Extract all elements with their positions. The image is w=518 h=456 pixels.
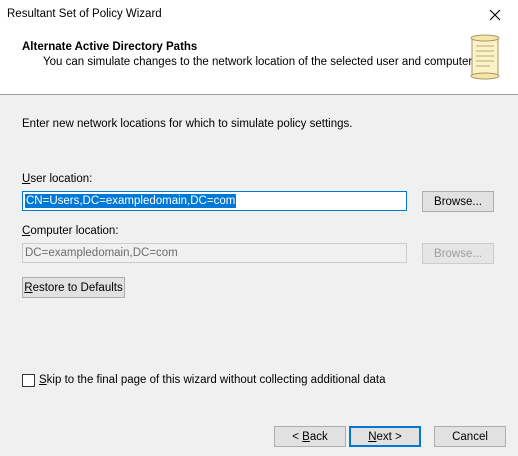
- user-location-label-text: ser location:: [30, 173, 93, 185]
- computer-browse-button[interactable]: Browse...: [422, 243, 494, 264]
- next-label: ext >: [376, 430, 402, 443]
- user-location-input[interactable]: CN=Users,DC=exampledomain,DC=com: [22, 191, 407, 211]
- next-button[interactable]: Next >: [349, 426, 421, 447]
- restore-hotkey: R: [24, 281, 33, 294]
- window-title: Resultant Set of Policy Wizard: [7, 8, 162, 20]
- skip-checkbox-label[interactable]: Skip to the final page of this wizard wi…: [39, 374, 386, 386]
- user-browse-button[interactable]: Browse...: [422, 191, 494, 212]
- restore-label: estore to Defaults: [32, 281, 123, 294]
- next-hotkey: N: [368, 430, 377, 443]
- back-hotkey: B: [302, 430, 310, 443]
- intro-text: Enter new network locations for which to…: [22, 118, 353, 130]
- cancel-button[interactable]: Cancel: [434, 426, 506, 447]
- user-location-label: User location:: [22, 173, 92, 185]
- skip-hotkey: S: [39, 374, 47, 386]
- restore-defaults-button[interactable]: Restore to Defaults: [22, 277, 125, 298]
- computer-location-label-text: omputer location:: [30, 225, 119, 237]
- user-location-value: CN=Users,DC=exampledomain,DC=com: [25, 194, 237, 208]
- close-button[interactable]: [472, 0, 518, 30]
- back-button[interactable]: < Back: [274, 426, 346, 447]
- computer-location-label: Computer location:: [22, 225, 119, 237]
- skip-label-text: kip to the final page of this wizard wit…: [46, 374, 386, 386]
- computer-location-value: DC=exampledomain,DC=com: [25, 247, 178, 259]
- title-bar: Resultant Set of Policy Wizard: [0, 0, 518, 30]
- back-label: ack: [309, 430, 328, 443]
- back-prefix: <: [292, 430, 303, 443]
- page-subtitle: You can simulate changes to the network …: [43, 56, 475, 68]
- skip-checkbox[interactable]: [22, 374, 35, 387]
- scroll-icon: [470, 34, 500, 80]
- computer-location-input[interactable]: DC=exampledomain,DC=com: [22, 243, 407, 263]
- close-icon: [489, 9, 501, 21]
- page-title: Alternate Active Directory Paths: [22, 41, 198, 53]
- wizard-header: Alternate Active Directory Paths You can…: [0, 30, 518, 95]
